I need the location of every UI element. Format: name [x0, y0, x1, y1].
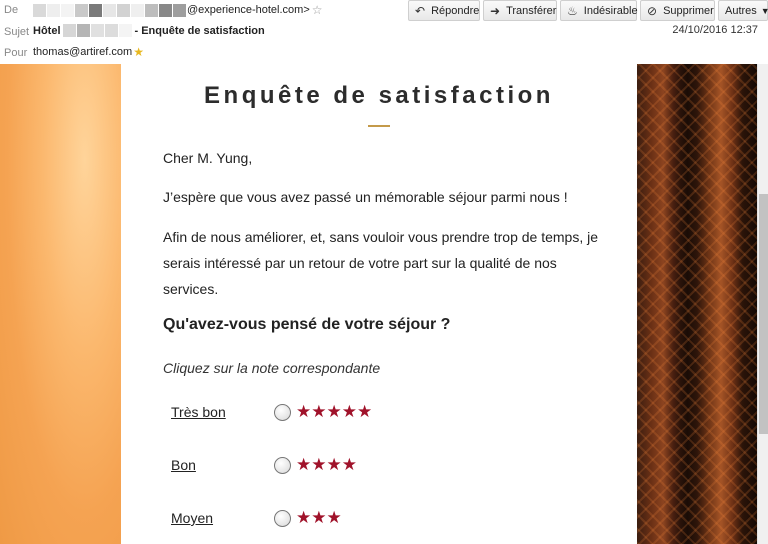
rating-option-bon[interactable]: Bon ★★★★ [171, 455, 471, 477]
flame-icon: ♨ [567, 3, 578, 18]
background-left-image [0, 64, 121, 544]
from-email: @experience-hotel.com> [187, 4, 310, 16]
more-button[interactable]: Autres ▼ [718, 0, 768, 21]
rating-link[interactable]: Bon [171, 457, 196, 473]
title-divider [368, 125, 390, 127]
message-header: De @experience-hotel.com> ☆ ↶ Répondre ➜ T… [0, 0, 768, 64]
message-body: Enquête de satisfaction Cher M. Yung, J’… [0, 64, 768, 544]
rating-link[interactable]: Très bon [171, 404, 226, 420]
rating-radio[interactable] [274, 404, 291, 421]
no-entry-icon: ⊘ [647, 3, 658, 18]
scrollbar-thumb[interactable] [759, 194, 768, 434]
vertical-scrollbar[interactable] [757, 64, 768, 544]
rating-option-moyen[interactable]: Moyen ★★★ [171, 508, 471, 530]
star-icon[interactable]: ★★★★★ [296, 402, 372, 422]
delete-button[interactable]: ⊘ Supprimer [640, 0, 715, 21]
survey-question: Qu'avez-vous pensé de votre séjour ? [163, 316, 451, 333]
from-label: De [4, 4, 19, 16]
redacted-subject [62, 24, 133, 37]
intro-line: J’espère que vous avez passé un mémorabl… [163, 189, 568, 205]
star-outline-icon[interactable]: ☆ [312, 3, 323, 17]
to-recipient[interactable]: thomas@artiref.com ★ [33, 45, 144, 59]
survey-hint: Cliquez sur la note correspondante [163, 360, 381, 376]
forward-button[interactable]: ➜ Transférer [483, 0, 557, 21]
from-sender[interactable]: @experience-hotel.com> ☆ [33, 0, 323, 20]
email-content: Enquête de satisfaction Cher M. Yung, J’… [121, 64, 637, 544]
rating-link[interactable]: Moyen [171, 510, 213, 526]
greeting: Cher M. Yung, [163, 150, 253, 166]
rating-radio[interactable] [274, 510, 291, 527]
reply-icon: ↶ [415, 3, 426, 18]
message-date: 24/10/2016 12:37 [672, 24, 758, 36]
subject-value: Hôtel - Enquête de satisfaction [33, 24, 265, 37]
rating-option-tres-bon[interactable]: Très bon ★★★★★ [171, 402, 471, 424]
junk-button[interactable]: ♨ Indésirable [560, 0, 638, 21]
survey-title: Enquête de satisfaction [204, 82, 554, 109]
rating-radio[interactable] [274, 457, 291, 474]
dropdown-arrow-icon: ▼ [760, 5, 768, 16]
request-paragraph: Afin de nous améliorer, et, sans vouloir… [163, 229, 599, 297]
background-right-image [637, 64, 757, 544]
to-label: Pour [4, 47, 28, 59]
subject-label: Sujet [4, 26, 30, 38]
reply-button[interactable]: ↶ Répondre [408, 0, 480, 21]
star-icon[interactable]: ★★★ [296, 508, 342, 528]
star-icon[interactable]: ★★★★ [296, 455, 357, 475]
star-filled-icon[interactable]: ★ [133, 45, 144, 59]
forward-arrow-icon: ➜ [490, 3, 501, 18]
redacted-sender [33, 3, 187, 17]
